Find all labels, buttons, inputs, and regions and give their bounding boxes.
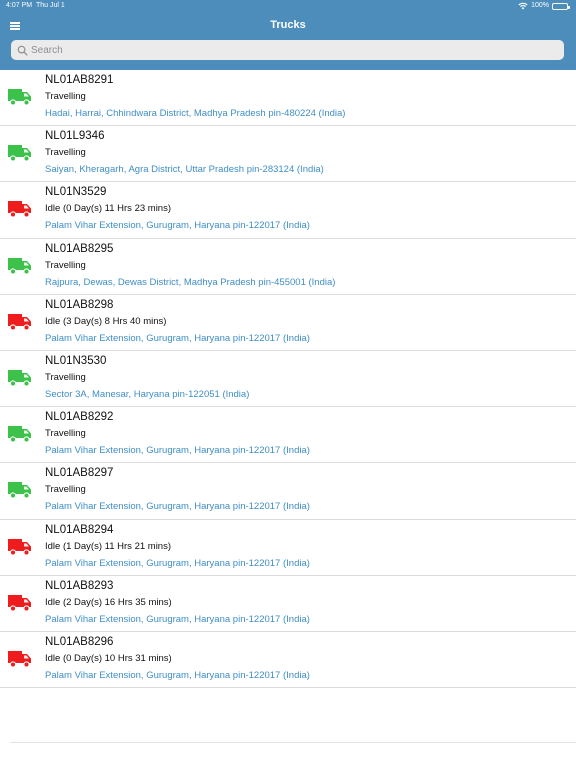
truck-icon (8, 312, 32, 332)
truck-icon (8, 537, 32, 557)
truck-row[interactable]: NL01AB8295 Travelling Rajpura, Dewas, Dewa… (0, 239, 576, 295)
truck-state: Travelling (45, 91, 86, 102)
truck-plate: NL01L9346 (45, 130, 105, 143)
truck-icon (8, 480, 32, 500)
truck-state: Travelling (45, 147, 86, 159)
truck-plate: NL01N3529 (45, 186, 107, 199)
truck-address: Hadai, Harrai, Chhindwara District, Madh… (45, 108, 346, 119)
truck-row[interactable]: NL01AB8297 Travelling Palam Vihar Extensio… (0, 463, 576, 520)
truck-address: Rajpura, Dewas, Dewas District, Madhya P… (45, 276, 336, 288)
truck-row[interactable]: NL01AB8292 Travelling Palam Vihar Extensio… (0, 407, 576, 464)
status-bar: 4:07 PM Thu Jul 1 100% (0, 0, 576, 12)
truck-state: Travelling (45, 259, 86, 271)
list-bottom-divider (10, 742, 576, 743)
truck-row[interactable]: NL01AB8294 Idle (1 Day(s) 11 Hrs 21 mins)… (0, 520, 576, 576)
truck-plate: NL01AB8294 (45, 523, 114, 536)
truck-address: Palam Vihar Extension, Gurugram, Haryana… (45, 669, 310, 681)
truck-plate: NL01AB8297 (45, 467, 114, 480)
truck-icon (8, 368, 32, 388)
truck-state: Idle (1 Day(s) 11 Hrs 21 mins) (45, 540, 171, 552)
truck-plate: NL01N3530 (45, 354, 107, 367)
battery-percent: 100% (531, 2, 549, 9)
truck-row[interactable]: NL01AB8293 Idle (2 Day(s) 16 Hrs 35 mins)… (0, 576, 576, 632)
truck-plate: NL01AB8291 (45, 74, 114, 86)
truck-list: NL01AB8291 Travelling Hadai, Harrai, Chhin… (0, 70, 576, 689)
truck-icon (8, 424, 32, 444)
truck-state: Travelling (45, 428, 86, 440)
truck-icon (8, 593, 32, 613)
truck-state: Idle (0 Day(s) 11 Hrs 23 mins) (45, 203, 171, 215)
battery-icon (552, 2, 570, 10)
truck-plate: NL01AB8298 (45, 298, 114, 311)
truck-row[interactable]: NL01AB8296 Idle (0 Day(s) 10 Hrs 31 mins)… (0, 632, 576, 689)
truck-row[interactable]: NL01L9346 Travelling Saiyan, Kheragarh, Ag… (0, 126, 576, 183)
search-icon (17, 45, 28, 56)
wifi-icon (518, 2, 528, 10)
truck-plate: NL01AB8295 (45, 242, 114, 255)
truck-row[interactable]: NL01AB8291 Travelling Hadai, Harrai, Chhin… (0, 70, 576, 127)
truck-address: Palam Vihar Extension, Gurugram, Haryana… (45, 332, 310, 344)
status-time: 4:07 PM (6, 2, 33, 9)
truck-address: Saiyan, Kheragarh, Agra District, Uttar … (45, 164, 324, 176)
truck-row[interactable]: NL01AB8298 Idle (3 Day(s) 8 Hrs 40 mins) P… (0, 295, 576, 351)
truck-address: Palam Vihar Extension, Gurugram, Haryana… (45, 501, 310, 513)
truck-address: Palam Vihar Extension, Gurugram, Haryana… (45, 445, 310, 457)
truck-state: Travelling (45, 371, 86, 383)
truck-address: Palam Vihar Extension, Gurugram, Haryana… (45, 220, 310, 232)
truck-icon (8, 649, 32, 669)
truck-state: Idle (0 Day(s) 10 Hrs 31 mins) (45, 652, 172, 664)
search-input[interactable] (31, 41, 551, 59)
truck-plate: NL01AB8296 (45, 635, 114, 648)
page-title: Trucks (270, 19, 306, 31)
truck-state: Idle (3 Day(s) 8 Hrs 40 mins) (45, 315, 167, 327)
truck-row[interactable]: NL01N3529 Idle (0 Day(s) 11 Hrs 23 mins) P… (0, 182, 576, 239)
truck-state: Idle (2 Day(s) 16 Hrs 35 mins) (45, 596, 172, 608)
truck-icon (8, 87, 32, 107)
search-bar[interactable] (11, 40, 564, 60)
truck-icon (8, 143, 32, 163)
truck-plate: NL01AB8293 (45, 579, 114, 592)
status-date: Thu Jul 1 (36, 2, 65, 9)
truck-address: Palam Vihar Extension, Gurugram, Haryana… (45, 613, 310, 625)
truck-plate: NL01AB8292 (45, 411, 114, 424)
truck-address: Sector 3A, Manesar, Haryana pin-122051 (… (45, 388, 250, 400)
truck-address: Palam Vihar Extension, Gurugram, Haryana… (45, 557, 310, 569)
truck-icon (8, 256, 32, 276)
nav-bar: Trucks (0, 12, 576, 40)
status-right: 100% (518, 0, 570, 12)
header: 4:07 PM Thu Jul 1 100% Trucks (0, 0, 576, 70)
truck-state: Travelling (45, 484, 86, 496)
truck-icon (8, 199, 32, 219)
truck-row[interactable]: NL01N3530 Travelling Sector 3A, Manesar, H… (0, 351, 576, 408)
